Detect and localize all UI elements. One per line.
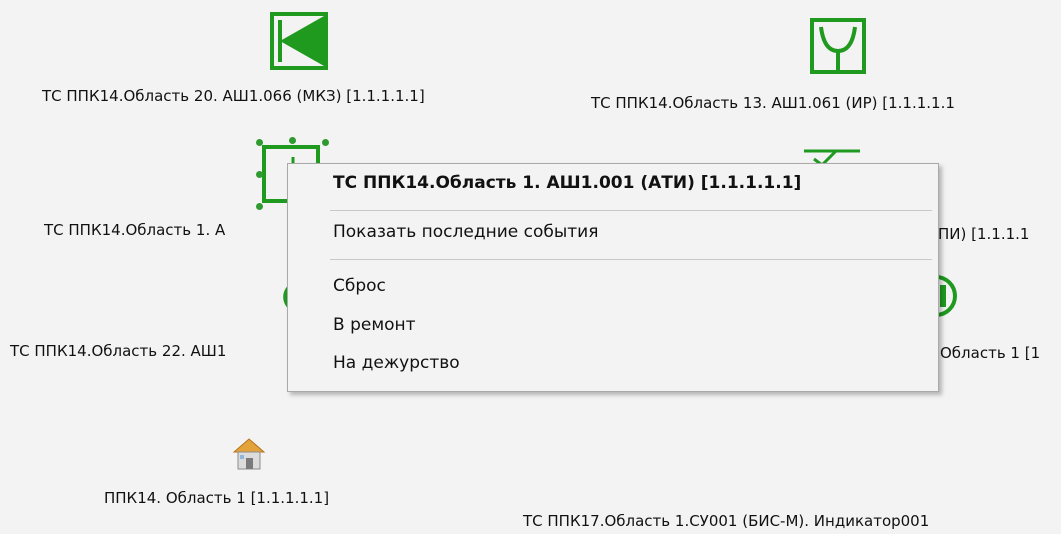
menu-item-reset[interactable]: Сброс — [333, 276, 386, 296]
context-menu: ТС ППК14.Область 1. АШ1.001 (АТИ) [1.1.1… — [287, 163, 939, 392]
house-area-icon[interactable] — [231, 436, 267, 472]
plan-canvas-edge — [978, 0, 1061, 534]
selection-handle[interactable] — [256, 139, 263, 146]
ir-device-icon[interactable] — [810, 18, 866, 74]
device-label-right-mid[interactable]: ПИ) [1.1.1.1 — [938, 225, 1029, 243]
menu-item-repair[interactable]: В ремонт — [333, 315, 416, 335]
menu-separator — [330, 210, 932, 211]
selection-handle[interactable] — [256, 203, 263, 210]
device-label-ir[interactable]: ТС ППК14.Область 13. АШ1.061 (ИР) [1.1.1… — [591, 94, 955, 112]
selection-handle[interactable] — [289, 137, 296, 144]
menu-item-show-last-events[interactable]: Показать последние события — [333, 222, 598, 242]
selection-handle[interactable] — [256, 171, 263, 178]
mkz-device-icon[interactable] — [270, 12, 328, 70]
device-label-mkz[interactable]: ТС ППК14.Область 20. АШ1.066 (МКЗ) [1.1.… — [42, 87, 425, 105]
context-menu-title: ТС ППК14.Область 1. АШ1.001 (АТИ) [1.1.1… — [333, 173, 802, 193]
device-label-area22[interactable]: ТС ППК14.Область 22. АШ1 — [10, 342, 226, 360]
selection-handle[interactable] — [322, 139, 329, 146]
device-label-right-area1[interactable]: Область 1 [1 — [940, 344, 1040, 362]
device-label-ppk17[interactable]: ТС ППК17.Область 1.СУ001 (БИС-М). Индика… — [523, 512, 929, 530]
device-label-ati[interactable]: ТС ППК14.Область 1. А — [44, 221, 225, 239]
area-label-ppk14[interactable]: ППК14. Область 1 [1.1.1.1.1] — [104, 489, 329, 507]
menu-item-on-duty[interactable]: На дежурство — [333, 353, 460, 373]
menu-separator — [330, 259, 932, 260]
